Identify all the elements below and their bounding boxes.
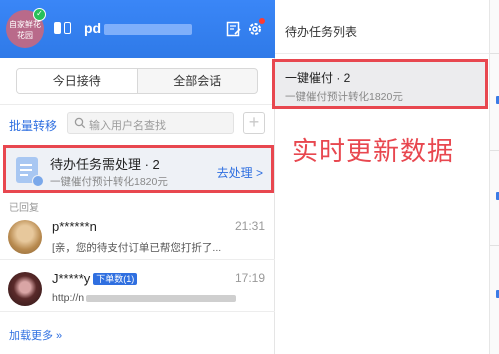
clock-icon [32,175,44,187]
realtime-update-annotation: 实时更新数据 [292,137,455,167]
divider [0,104,275,105]
search-icon [74,117,86,129]
avatar-text-line2: 花园 [17,31,33,40]
section-label-replied: 已回复 [9,203,39,214]
conversation-panel: 自家鲜花 花园 ✓ pd 今日接待 全部会话 批量转移 输入用户名查找 + 待办… [0,0,275,354]
device-icons [54,22,71,34]
pending-subtitle: 一键催付预计转化1820元 [50,176,168,188]
conversation-item[interactable]: p******n 21:31 [亲，您的待支付订单已帮您打折了... [0,215,275,260]
conversation-time: 21:31 [234,219,265,233]
avatar [8,220,42,254]
notification-dot [259,18,265,24]
avatar-text-line1: 自家鲜花 [9,20,41,29]
edit-icon[interactable] [226,21,242,37]
online-check-icon: ✓ [33,8,46,21]
shop-avatar[interactable]: 自家鲜花 花园 ✓ [6,8,46,48]
task-list-icon [16,157,44,187]
conversation-item[interactable]: J*****y 下单数(1) 17:19 http://n [0,267,275,312]
batch-transfer-link[interactable]: 批量转移 [9,117,57,134]
task-subtitle: 一键催付预计转化1820元 [285,91,403,103]
conversation-time: 17:19 [234,271,265,285]
add-button[interactable]: + [243,112,265,134]
tab-today[interactable]: 今日接待 [17,69,138,93]
conversation-name-text: J*****y [52,271,91,286]
task-list-title: 待办任务列表 [285,25,358,39]
search-input[interactable]: 输入用户名查找 [67,112,234,134]
tablet-icon [64,22,71,34]
tab-switcher: 今日接待 全部会话 [16,68,258,94]
pending-tasks-card[interactable]: 待办任务需处理 · 2 一键催付预计转化1820元 去处理 > [3,145,274,193]
conversation-name: p******n [52,219,97,234]
conversation-message: http://n [52,292,237,304]
avatar [8,272,42,306]
order-count-badge: 下单数(1) [93,273,138,285]
header-bar: 自家鲜花 花园 ✓ pd [0,0,275,58]
username-redacted [104,24,192,35]
tab-all-sessions[interactable]: 全部会话 [138,69,258,93]
pending-title: 待办任务需处理 · 2 [50,157,160,172]
go-process-link[interactable]: 去处理 > [217,164,263,181]
conversation-message-text: http://n [52,292,85,304]
app-window: 自家鲜花 花园 ✓ pd 今日接待 全部会话 批量转移 输入用户名查找 + 待办… [0,0,499,354]
redacted-link [86,294,237,302]
search-placeholder: 输入用户名查找 [89,120,166,132]
phone-icon [54,22,61,34]
task-title: 一键催付 · 2 [285,71,351,85]
username: pd [84,20,102,36]
task-list-item[interactable]: 一键催付 · 2 一键催付预计转化1820元 [272,59,488,109]
divider [275,53,489,54]
side-strip [489,0,499,354]
conversation-message: [亲，您的待支付订单已帮您打折了... [52,242,222,254]
load-more-link[interactable]: 加载更多 » [9,327,62,343]
conversation-name: J*****y 下单数(1) [52,271,138,286]
